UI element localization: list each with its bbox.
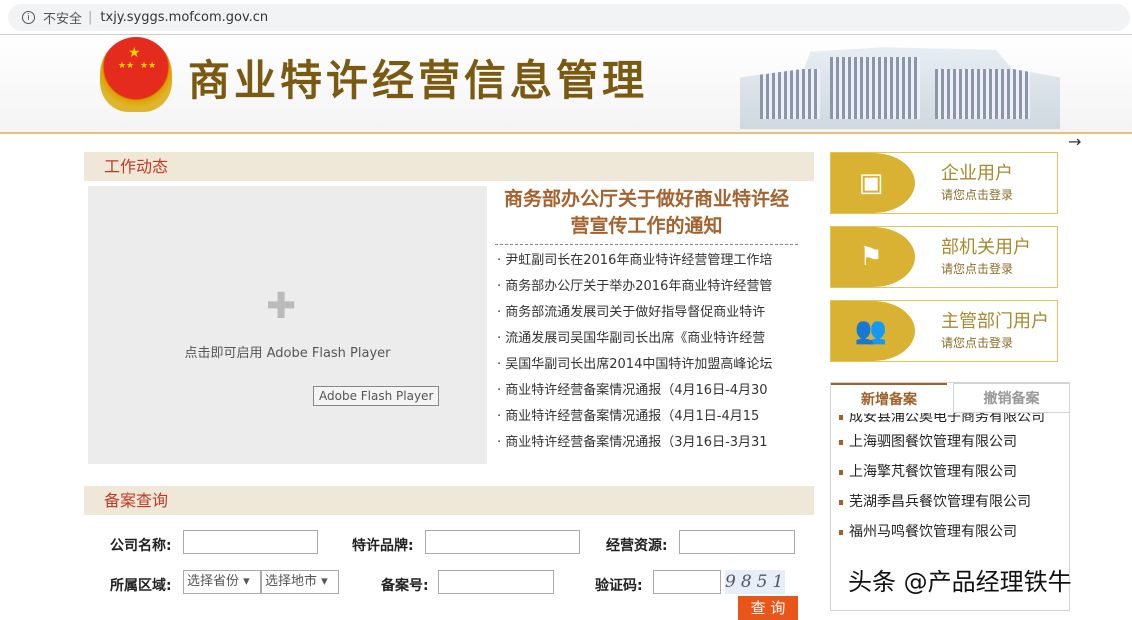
company-input[interactable] (183, 530, 318, 554)
news-item[interactable]: · 商务部流通发展司关于做好指导督促商业特许 (497, 300, 797, 326)
divider: | (88, 10, 92, 25)
list-item[interactable]: 成安县浦公奥电子商务有限公司 (839, 413, 1064, 427)
users-icon: 👥 (853, 315, 889, 347)
province-value: 选择省份 (187, 574, 239, 589)
card-subtitle: 请您点击登录 (941, 334, 1013, 351)
ministry-user-login[interactable]: ⚑ 部机关用户 请您点击登录 (830, 226, 1058, 288)
news-item[interactable]: · 尹虹副司长在2016年商业特许经营管理工作培 (497, 248, 797, 274)
record-label: 备案号: (381, 575, 429, 595)
search-button[interactable]: 查 询 (738, 596, 798, 620)
resource-input[interactable] (679, 530, 795, 554)
list-item[interactable]: 上海擎芃餐饮管理有限公司 (839, 457, 1064, 487)
brand-label: 特许品牌: (352, 535, 414, 555)
site-title: 商业特许经营信息管理 (188, 47, 648, 108)
info-icon[interactable]: i (22, 11, 35, 24)
card-title: 主管部门用户 (941, 307, 1049, 333)
news-section-title: 工作动态 (84, 152, 814, 181)
security-label: 不安全 (43, 8, 82, 27)
tab-new-records[interactable]: 新增备案 (831, 383, 947, 413)
city-value: 选择地市 (265, 574, 317, 589)
flash-player-placeholder[interactable]: ✚ 点击即可启用 Adobe Flash Player Adobe Flash … (88, 186, 487, 464)
card-title: 部机关用户 (941, 233, 1031, 259)
brand-input[interactable] (425, 530, 580, 554)
watermark: 头条 @产品经理铁牛 (848, 562, 1072, 597)
building-image (740, 43, 1060, 129)
headline-link[interactable]: 商务部办公厅关于做好商业特许经营宣传工作的通知 (495, 186, 798, 245)
company-label: 公司名称: (110, 535, 172, 555)
site-header: ★★★★★ 商业特许经营信息管理 (0, 34, 1132, 134)
captcha-input[interactable] (653, 570, 721, 594)
news-item[interactable]: · 商业特许经营备案情况通报（3月16日-3月31 (497, 430, 797, 456)
record-input[interactable] (438, 570, 554, 594)
url-text[interactable]: txjy.syggs.mofcom.gov.cn (100, 10, 268, 25)
arrow-icon: → (1068, 132, 1081, 151)
plugin-icon: ✚ (266, 286, 310, 326)
news-item[interactable]: · 商业特许经营备案情况通报（4月16日-4月30 (497, 378, 797, 404)
tab-revoked-records[interactable]: 撤销备案 (953, 383, 1070, 413)
resource-label: 经营资源: (606, 535, 668, 555)
authority-user-login[interactable]: 👥 主管部门用户 请您点击登录 (830, 300, 1058, 362)
address-bar[interactable]: i 不安全 | txjy.syggs.mofcom.gov.cn (8, 4, 1130, 31)
national-emblem-icon: ★★★★★ (100, 37, 172, 112)
news-item[interactable]: · 吴国华副司长出席2014中国特许加盟高峰论坛 (497, 352, 797, 378)
list-item[interactable]: 福州马鸣餐饮管理有限公司 (839, 517, 1064, 547)
captcha-image[interactable]: 9851 (725, 570, 785, 594)
flash-prompt: 点击即可启用 Adobe Flash Player (88, 342, 487, 361)
enable-flash-button[interactable]: Adobe Flash Player (313, 386, 439, 406)
captcha-label: 验证码: (595, 575, 643, 595)
city-select[interactable]: 选择地市 ▾ (261, 570, 339, 594)
flag-icon: ⚑ (853, 241, 889, 273)
registry-list: 成安县浦公奥电子商务有限公司 上海驷图餐饮管理有限公司 上海擎芃餐饮管理有限公司… (839, 419, 1064, 547)
card-subtitle: 请您点击登录 (941, 186, 1013, 203)
list-item[interactable]: 芜湖季昌兵餐饮管理有限公司 (839, 487, 1064, 517)
query-section-title: 备案查询 (84, 486, 814, 515)
list-item[interactable]: 上海驷图餐饮管理有限公司 (839, 427, 1064, 457)
region-label: 所属区域: (110, 575, 172, 595)
enterprise-user-login[interactable]: ▣ 企业用户 请您点击登录 (830, 152, 1058, 214)
news-item[interactable]: · 流通发展司吴国华副司长出席《商业特许经营 (497, 326, 797, 352)
id-badge-icon: ▣ (853, 167, 889, 199)
province-select[interactable]: 选择省份 ▾ (183, 570, 261, 594)
news-list: · 尹虹副司长在2016年商业特许经营管理工作培 · 商务部办公厅关于举办201… (497, 248, 797, 456)
card-title: 企业用户 (941, 159, 1013, 185)
news-item[interactable]: · 商务部办公厅关于举办2016年商业特许经营管 (497, 274, 797, 300)
card-subtitle: 请您点击登录 (941, 260, 1013, 277)
news-item[interactable]: · 商业特许经营备案情况通报（4月1日-4月15 (497, 404, 797, 430)
